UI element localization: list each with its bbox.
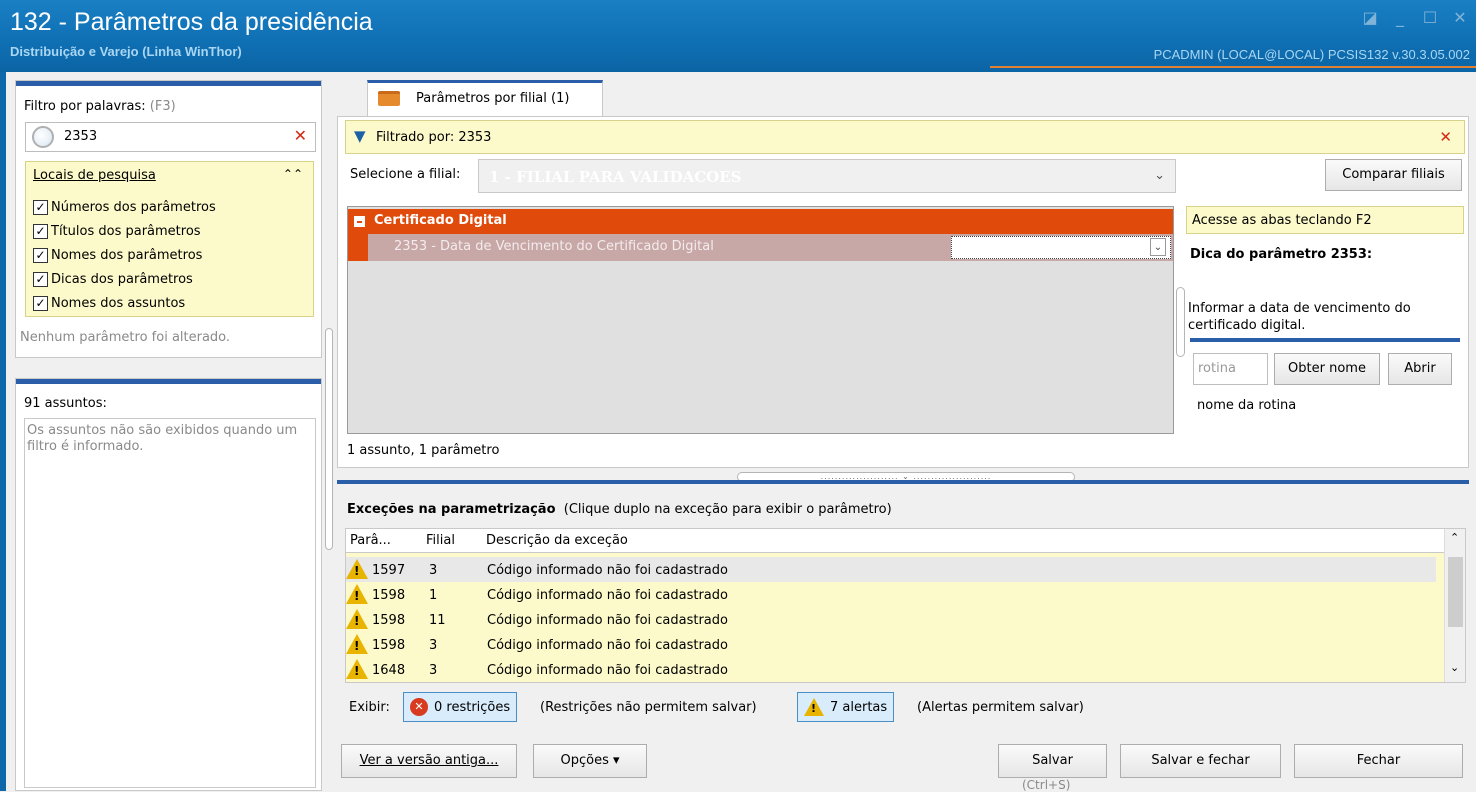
- parameters-grid: Certificado Digital 2353 - Data de Venci…: [347, 206, 1174, 434]
- left-splitter[interactable]: [325, 328, 333, 550]
- side-splitter[interactable]: [1176, 287, 1185, 357]
- warning-icon: [346, 634, 368, 654]
- grid-footer: 1 assunto, 1 parâmetro: [347, 443, 500, 458]
- exibir-label: Exibir:: [349, 700, 390, 715]
- scroll-thumb[interactable]: [1448, 557, 1463, 627]
- restricoes-toggle[interactable]: ✕ 0 restrições: [403, 692, 518, 722]
- user-info: PCADMIN (LOCAL@LOCAL) PCSIS132 v.30.3.05…: [1153, 47, 1470, 62]
- warning-icon: [804, 698, 824, 716]
- close-icon[interactable]: ✕: [1452, 8, 1468, 27]
- group-row[interactable]: Certificado Digital: [348, 209, 1173, 234]
- checkbox-assuntos[interactable]: ✓ Nomes dos assuntos: [33, 296, 185, 311]
- alertas-note: (Alertas permitem salvar): [917, 700, 1084, 715]
- rotina-input[interactable]: rotina: [1193, 353, 1268, 385]
- fechar-button[interactable]: Fechar: [1294, 744, 1463, 778]
- checkbox-numeros[interactable]: ✓ Números dos parâmetros: [33, 200, 216, 215]
- exceptions-table: Parâ... Filial Descrição da exceção 1597…: [345, 528, 1466, 683]
- warning-icon: [346, 659, 368, 679]
- table-row[interactable]: 1648 3 Código informado não foi cadastra…: [346, 657, 1436, 682]
- restore-icon[interactable]: ◪: [1362, 8, 1378, 27]
- dica-title: Dica do parâmetro 2353:: [1190, 247, 1373, 262]
- hint-bar: Acesse as abas teclando F2: [1186, 206, 1464, 234]
- filial-select[interactable]: 1 - FILIAL PARA VALIDACOES ⌄: [478, 159, 1176, 193]
- salvar-button[interactable]: Salvar: [998, 744, 1107, 778]
- window-controls: ◪ _ ☐ ✕: [1362, 8, 1468, 27]
- title-accent-line: [990, 66, 1476, 68]
- clear-filter-icon[interactable]: ✕: [1439, 128, 1452, 146]
- chevron-down-icon: ⌄: [1154, 168, 1165, 183]
- parameter-title: 2353 - Data de Vencimento do Certificado…: [394, 239, 714, 254]
- dica-text: Informar a data de vencimento do certifi…: [1188, 301, 1411, 333]
- abrir-button[interactable]: Abrir: [1388, 353, 1452, 385]
- subjects-list[interactable]: Os assuntos não são exibidos quando um f…: [24, 418, 316, 788]
- search-value: 2353: [64, 129, 98, 144]
- checkbox-dicas[interactable]: ✓ Dicas dos parâmetros: [33, 272, 193, 287]
- subjects-note: Os assuntos não são exibidos quando um f…: [27, 423, 298, 454]
- scroll-down-icon[interactable]: ⌄: [1450, 661, 1459, 674]
- exibir-bar: Exibir: ✕ 0 restrições (Restrições não p…: [345, 690, 1466, 730]
- exceptions-header: Exceções na parametrização (Clique duplo…: [347, 502, 892, 517]
- salvar-fechar-button[interactable]: Salvar e fechar: [1120, 744, 1281, 778]
- opcoes-button[interactable]: Opções ▾: [533, 744, 647, 778]
- col-filial[interactable]: Filial: [426, 533, 455, 548]
- error-icon: ✕: [410, 698, 428, 716]
- salvar-shortcut: (Ctrl+S): [1022, 778, 1071, 792]
- parameter-row[interactable]: 2353 - Data de Vencimento do Certificado…: [348, 234, 1173, 261]
- parameter-value-combo[interactable]: ⌄: [951, 236, 1171, 259]
- nome-rotina: nome da rotina: [1197, 398, 1297, 413]
- maximize-icon[interactable]: ☐: [1422, 8, 1438, 27]
- filial-label: Selecione a filial:: [350, 167, 461, 182]
- search-icon: [32, 126, 54, 148]
- ver-versao-antiga-button[interactable]: Ver a versão antiga...: [341, 744, 517, 778]
- table-header: Parâ... Filial Descrição da exceção: [346, 529, 1446, 553]
- table-scrollbar[interactable]: ⌃ ⌄: [1444, 529, 1465, 682]
- compare-filiais-button[interactable]: Comparar filiais: [1325, 159, 1462, 191]
- filter-label: Filtro por palavras: (F3): [24, 99, 176, 114]
- rotina-box: rotina Obter nome Abrir nome da rotina: [1190, 338, 1460, 434]
- chevron-down-icon[interactable]: ⌄: [1150, 238, 1166, 256]
- left-edge-bar: [0, 72, 6, 791]
- filter-status-bar: ▼ Filtrado por: 2353 ✕: [345, 120, 1465, 154]
- warning-icon: [346, 609, 368, 629]
- minimize-icon[interactable]: _: [1392, 8, 1408, 27]
- clear-search-icon[interactable]: ✕: [294, 126, 307, 145]
- table-row[interactable]: 1597 3 Código informado não foi cadastra…: [346, 557, 1436, 582]
- filtered-by-text: Filtrado por: 2353: [376, 130, 492, 145]
- tab-parametros-filial[interactable]: Parâmetros por filial (1): [367, 80, 603, 117]
- obter-nome-button[interactable]: Obter nome: [1274, 353, 1380, 385]
- warning-icon: [346, 584, 368, 604]
- subjects-count: 91 assuntos:: [24, 396, 107, 411]
- title-bar: 132 - Parâmetros da presidência Distribu…: [0, 0, 1476, 72]
- filial-value: 1 - FILIAL PARA VALIDACOES: [489, 168, 742, 186]
- checkbox-titulos[interactable]: ✓ Títulos dos parâmetros: [33, 224, 201, 239]
- status-changed: Nenhum parâmetro foi alterado.: [20, 330, 231, 345]
- col-descricao[interactable]: Descrição da exceção: [486, 533, 628, 548]
- search-input[interactable]: 2353 ✕: [25, 122, 316, 152]
- warning-icon: [346, 559, 368, 579]
- alertas-toggle[interactable]: 7 alertas: [797, 692, 895, 722]
- side-panel: Acesse as abas teclando F2 Dica do parâm…: [1186, 200, 1464, 435]
- table-row[interactable]: 1598 1 Código informado não foi cadastra…: [346, 582, 1436, 607]
- funnel-icon: ▼: [354, 127, 366, 145]
- col-param[interactable]: Parâ...: [350, 533, 391, 548]
- collapse-icon[interactable]: ⌃⌃: [283, 167, 303, 181]
- locais-title[interactable]: Locais de pesquisa: [33, 168, 156, 183]
- window-subtitle: Distribuição e Varejo (Linha WinThor): [10, 44, 242, 59]
- checkbox-nomes[interactable]: ✓ Nomes dos parâmetros: [33, 248, 202, 263]
- group-title: Certificado Digital: [374, 213, 507, 228]
- table-row[interactable]: 1598 3 Código informado não foi cadastra…: [346, 632, 1436, 657]
- window-title: 132 - Parâmetros da presidência: [10, 8, 373, 36]
- folder-icon: [378, 91, 400, 106]
- table-row[interactable]: 1598 11 Código informado não foi cadastr…: [346, 607, 1436, 632]
- tab-label: Parâmetros por filial (1): [416, 91, 570, 106]
- search-locations-box: Locais de pesquisa ⌃⌃ ✓ Números dos parâm…: [25, 161, 314, 317]
- restricoes-note: (Restrições não permitem salvar): [540, 700, 757, 715]
- scroll-up-icon[interactable]: ⌃: [1450, 531, 1459, 544]
- collapse-group-icon[interactable]: [354, 216, 365, 227]
